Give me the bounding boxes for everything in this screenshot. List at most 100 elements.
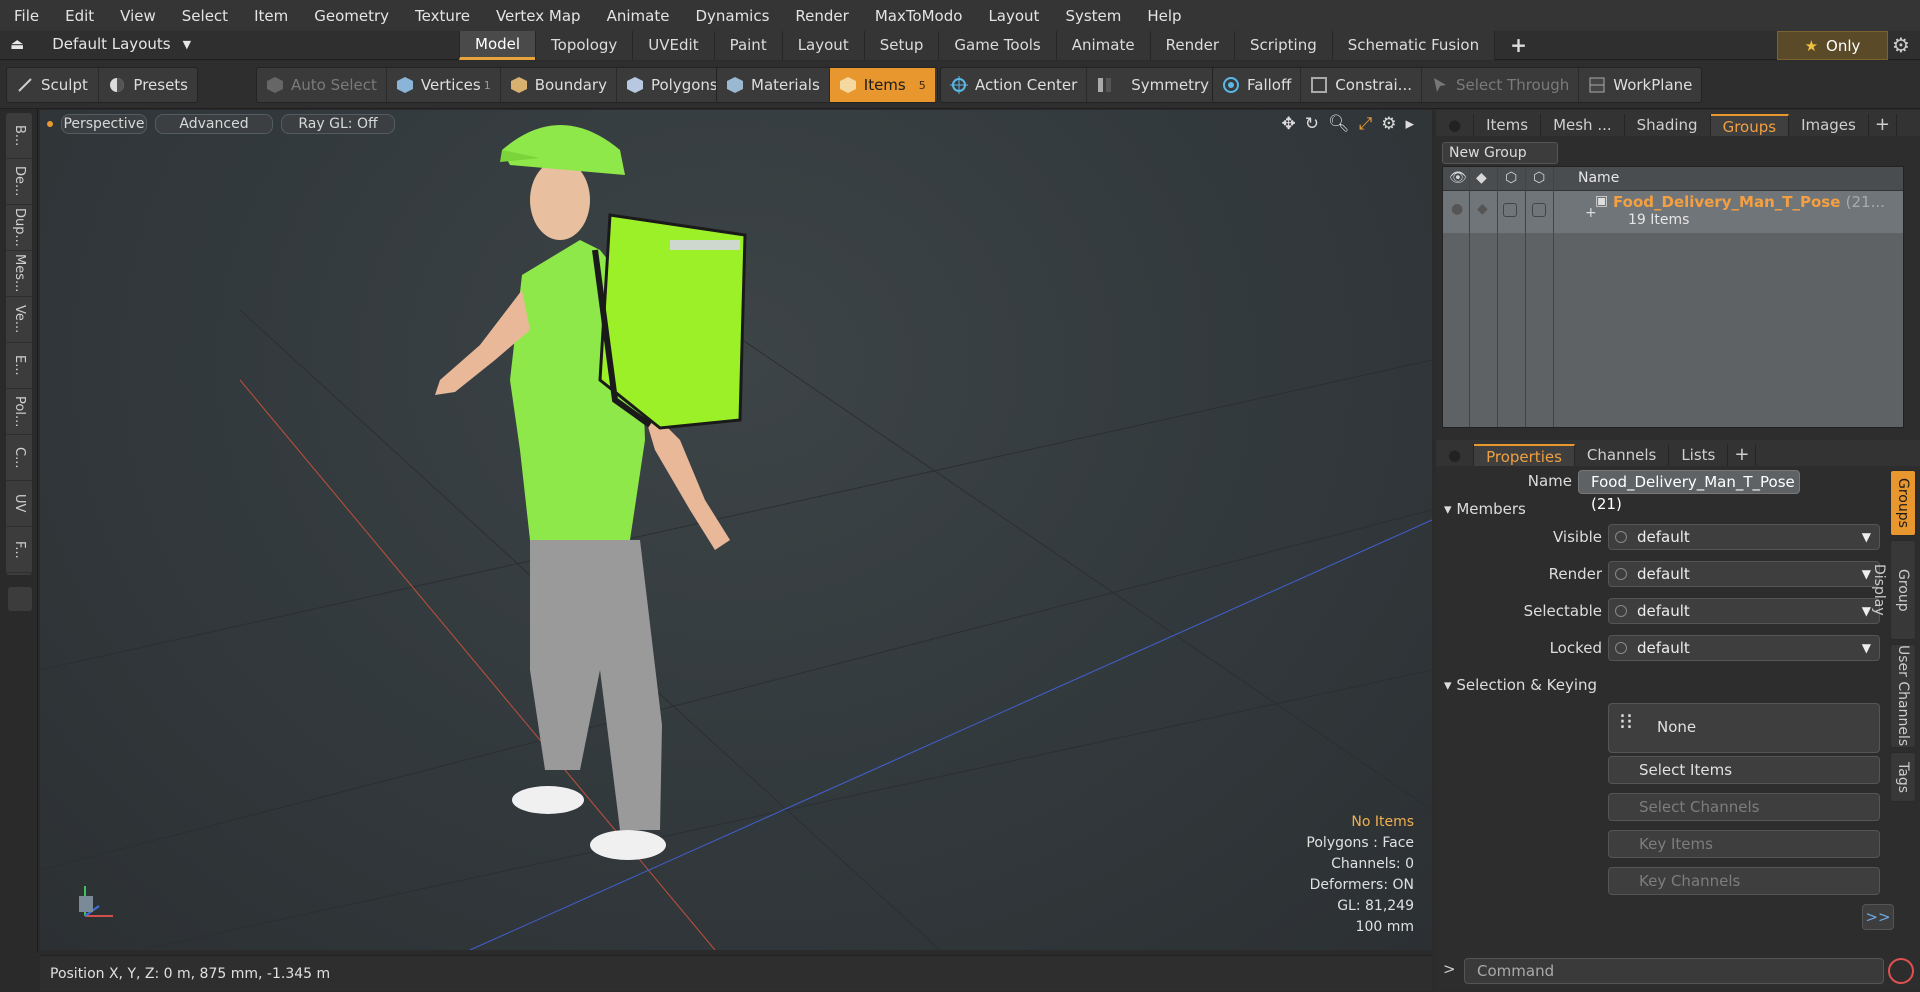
- tab-paint[interactable]: Paint: [713, 31, 782, 60]
- materials-button[interactable]: Materials: [717, 68, 830, 102]
- groups-list[interactable]: 👁︎ ◆ ⬡ ⬡ Name ● ◆ + ▣ Food_Delivery_Man_…: [1442, 166, 1904, 428]
- constraints-button[interactable]: Constrai...: [1301, 68, 1422, 102]
- select-toggle[interactable]: [1532, 203, 1546, 217]
- tab-schematic-fusion[interactable]: Schematic Fusion: [1331, 31, 1495, 60]
- locked-select[interactable]: default ▼: [1608, 635, 1880, 661]
- groups-tab-shading[interactable]: Shading: [1625, 114, 1711, 136]
- menu-item-edit[interactable]: Edit: [52, 7, 107, 25]
- falloff-button[interactable]: Falloff: [1213, 68, 1302, 102]
- advanced-dropdown[interactable]: Advanced: [155, 114, 273, 134]
- left-tab-7[interactable]: C...: [6, 435, 32, 481]
- menu-item-help[interactable]: Help: [1134, 7, 1194, 25]
- properties-tab-properties[interactable]: Properties: [1474, 444, 1575, 466]
- boundary-button[interactable]: Boundary: [501, 68, 617, 102]
- visible-select[interactable]: default ▼: [1608, 524, 1880, 550]
- left-tab-0[interactable]: B...: [6, 113, 32, 159]
- menu-item-dynamics[interactable]: Dynamics: [682, 7, 782, 25]
- lock-toggle[interactable]: [1503, 203, 1517, 217]
- tab-layout[interactable]: Layout: [781, 31, 864, 60]
- selectable-select[interactable]: default▼: [1608, 598, 1880, 624]
- only-button[interactable]: ★ Only: [1777, 31, 1888, 60]
- left-strip-button[interactable]: [8, 587, 32, 611]
- vtab-groups[interactable]: Groups: [1890, 470, 1916, 536]
- vertices-button[interactable]: Vertices 1: [387, 68, 501, 102]
- tab-scripting[interactable]: Scripting: [1234, 31, 1332, 60]
- groups-tab-images[interactable]: Images: [1789, 114, 1869, 136]
- perspective-dropdown[interactable]: Perspective: [61, 114, 147, 134]
- group-row[interactable]: ● ◆ + ▣ Food_Delivery_Man_T_Pose (21... …: [1443, 191, 1903, 233]
- render-select[interactable]: default▼: [1608, 561, 1880, 587]
- visible-toggle-icon[interactable]: ●: [1451, 201, 1463, 217]
- action-center-button[interactable]: Action Center: [941, 68, 1088, 102]
- presets-button[interactable]: Presets: [99, 68, 197, 102]
- workplane-button[interactable]: WorkPlane: [1579, 68, 1701, 102]
- polygons-button[interactable]: Polygons: [617, 68, 727, 102]
- gear-icon[interactable]: ⚙: [1892, 33, 1910, 57]
- eject-icon[interactable]: ⏏: [10, 35, 24, 53]
- rotate-icon[interactable]: ↻: [1305, 114, 1319, 134]
- fit-icon[interactable]: ⤢: [1359, 114, 1373, 134]
- items-button[interactable]: Items 5: [829, 68, 935, 102]
- tab-setup[interactable]: Setup: [863, 31, 939, 60]
- left-tab-3[interactable]: Mes...: [6, 251, 32, 297]
- menu-item-system[interactable]: System: [1052, 7, 1134, 25]
- menu-item-geometry[interactable]: Geometry: [301, 7, 402, 25]
- select-channels-button[interactable]: Select Channels: [1608, 793, 1880, 821]
- vtab-tags[interactable]: Tags: [1890, 752, 1916, 802]
- layouts-dropdown[interactable]: ⏏ Default Layouts ▼: [10, 35, 191, 53]
- select-through-button[interactable]: Select Through: [1422, 68, 1580, 102]
- menu-item-select[interactable]: Select: [169, 7, 241, 25]
- tab-model[interactable]: Model: [459, 31, 536, 60]
- properties-tab-lists[interactable]: Lists: [1669, 444, 1729, 466]
- properties-add-tab-icon[interactable]: +: [1728, 444, 1757, 466]
- menu-item-animate[interactable]: Animate: [594, 7, 683, 25]
- move-icon[interactable]: ✥: [1282, 114, 1296, 134]
- left-tab-9[interactable]: F...: [6, 527, 32, 573]
- auto-select-button[interactable]: Auto Select: [257, 68, 387, 102]
- vtab-user-channels[interactable]: User Channels: [1890, 644, 1916, 748]
- add-tab-icon[interactable]: +: [1494, 31, 1542, 60]
- sculpt-button[interactable]: Sculpt: [7, 68, 100, 102]
- left-tab-8[interactable]: UV: [6, 481, 32, 527]
- more-button[interactable]: >>: [1862, 904, 1894, 930]
- left-tab-4[interactable]: Ve...: [6, 297, 32, 343]
- left-tab-5[interactable]: E...: [6, 343, 32, 389]
- symmetry-button[interactable]: Symmetry: [1087, 68, 1218, 102]
- groups-add-tab-icon[interactable]: +: [1869, 114, 1897, 136]
- raygl-dropdown[interactable]: Ray GL: Off: [281, 114, 395, 134]
- gear-icon[interactable]: ⚙: [1381, 114, 1396, 134]
- zoom-icon[interactable]: 🔍︎: [1328, 114, 1350, 134]
- key-channels-button[interactable]: Key Channels: [1608, 867, 1880, 895]
- menu-item-render[interactable]: Render: [782, 7, 861, 25]
- tab-animate[interactable]: Animate: [1055, 31, 1150, 60]
- none-button[interactable]: ⁝⁝ None: [1608, 703, 1880, 753]
- left-tab-6[interactable]: Pol...: [6, 389, 32, 435]
- tab-game-tools[interactable]: Game Tools: [938, 31, 1056, 60]
- menu-item-texture[interactable]: Texture: [402, 7, 483, 25]
- tab-render[interactable]: Render: [1149, 31, 1235, 60]
- name-field[interactable]: Food_Delivery_Man_T_Pose (21): [1578, 470, 1800, 513]
- menu-item-maxtomodo[interactable]: MaxToModo: [862, 7, 976, 25]
- groups-tab-mesh-[interactable]: Mesh ...: [1541, 114, 1625, 136]
- key-items-button[interactable]: Key Items: [1608, 830, 1880, 858]
- vtab-group-display[interactable]: Group Display: [1871, 540, 1916, 640]
- menu-item-file[interactable]: File: [0, 7, 52, 25]
- tab-uvedit[interactable]: UVEdit: [632, 31, 714, 60]
- menu-item-view[interactable]: View: [107, 7, 169, 25]
- new-group-button[interactable]: New Group: [1442, 142, 1558, 164]
- members-section[interactable]: ▾ Members: [1444, 500, 1526, 518]
- render-toggle-icon[interactable]: ◆: [1477, 201, 1488, 217]
- play-icon[interactable]: ▸: [1405, 114, 1414, 134]
- selection-keying-section[interactable]: ▾ Selection & Keying: [1444, 676, 1597, 694]
- left-tab-2[interactable]: Dup...: [6, 205, 32, 251]
- menu-item-layout[interactable]: Layout: [975, 7, 1052, 25]
- select-items-button[interactable]: Select Items: [1608, 756, 1880, 784]
- groups-tab-groups[interactable]: Groups: [1710, 114, 1790, 136]
- command-input[interactable]: Command: [1464, 958, 1884, 984]
- menu-item-vertex-map[interactable]: Vertex Map: [483, 7, 594, 25]
- tab-topology[interactable]: Topology: [535, 31, 633, 60]
- menu-item-item[interactable]: Item: [241, 7, 301, 25]
- left-tab-1[interactable]: De...: [6, 159, 32, 205]
- 3d-viewport[interactable]: Perspective Advanced Ray GL: Off ✥ ↻ 🔍︎ …: [40, 110, 1432, 950]
- groups-tab-items[interactable]: Items: [1474, 114, 1542, 136]
